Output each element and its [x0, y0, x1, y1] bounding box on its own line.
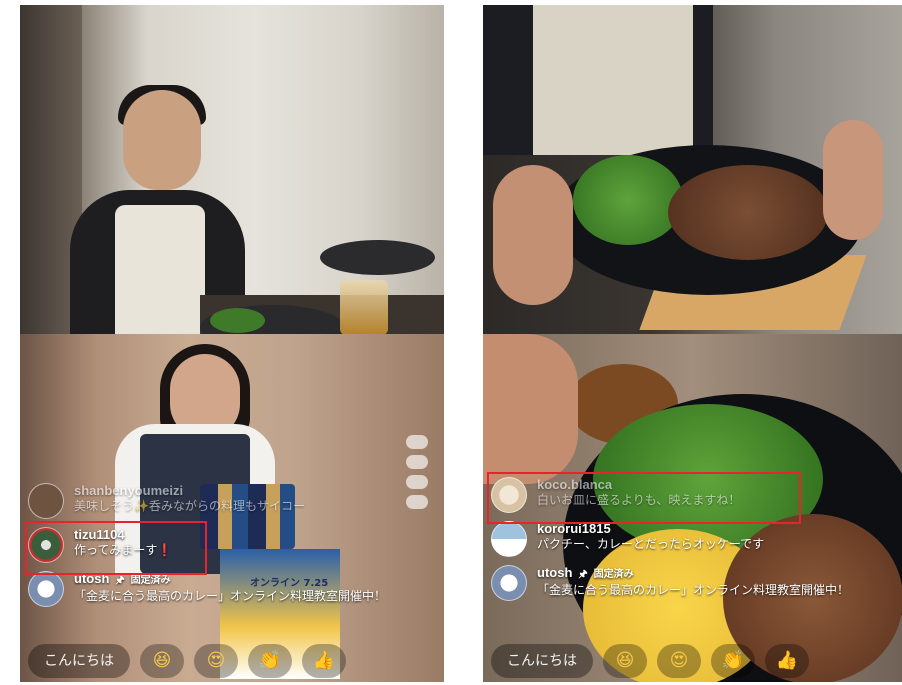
apron [533, 5, 693, 155]
highlight-box [25, 521, 207, 575]
comment-message: パクチー、カレーとだったらオッケーです [537, 537, 765, 551]
avatar[interactable] [28, 571, 64, 607]
beer-glass [340, 280, 388, 334]
comment-item: utosh 🖈 固定済み 「金麦に合う最高のカレー」オンライン料理教室開催中！ [28, 571, 428, 607]
comment-message: 「金麦に合う最高のカレー」オンライン料理教室開催中！ [74, 589, 387, 603]
chat-input[interactable]: こんにちは [491, 644, 593, 678]
hand [493, 165, 573, 305]
chat-bar: こんにちは 😆 😍 👏 👍 [483, 640, 902, 682]
frying-pan [320, 240, 435, 275]
heart-icon [406, 455, 428, 469]
clap-emoji-icon[interactable]: 👏 [248, 644, 292, 678]
avatar[interactable] [491, 565, 527, 601]
comment-message: 美味しそう✨呑みながらの料理もサイコー [74, 499, 305, 513]
clap-emoji-icon[interactable]: 👏 [711, 644, 755, 678]
thumbs-up-emoji-icon[interactable]: 👍 [765, 644, 809, 678]
pinned-label: 固定済み [593, 569, 634, 580]
pin-icon: 🖈 [578, 569, 588, 580]
comment-item: kororui1815 パクチー、カレーとだったらオッケーです [491, 521, 891, 557]
keema-curry [668, 165, 828, 260]
thumbs-up-emoji-icon[interactable]: 👍 [302, 644, 346, 678]
hand [483, 334, 578, 484]
comment-message: 「金麦に合う最高のカレー」オンライン料理教室開催中！ [537, 583, 850, 597]
laugh-emoji-icon[interactable]: 😆 [603, 644, 647, 678]
laugh-emoji-icon[interactable]: 😆 [140, 644, 184, 678]
avatar[interactable] [491, 521, 527, 557]
heart-eyes-emoji-icon[interactable]: 😍 [657, 644, 701, 678]
chat-bar: こんにちは 😆 😍 👏 👍 [20, 640, 444, 682]
avatar[interactable] [28, 483, 64, 519]
host-face [123, 90, 201, 190]
greens [573, 155, 683, 245]
heart-icon [406, 435, 428, 449]
comment-username: utosh 🖈 固定済み [537, 565, 849, 583]
chat-input[interactable]: こんにちは [28, 644, 130, 678]
pinned-label: 固定済み [130, 575, 171, 586]
comment-username-text[interactable]: utosh [537, 565, 572, 580]
pin-icon: 🖈 [115, 575, 125, 586]
host-video-top [20, 5, 444, 334]
hand [823, 120, 883, 240]
left-live-stream: オンライン 7.25 shanbenyoumeizi 美味しそう✨呑みながらの料… [20, 5, 444, 682]
comment-username[interactable]: shanbenyoumeizi [74, 483, 305, 499]
heart-eyes-emoji-icon[interactable]: 😍 [194, 644, 238, 678]
apron [115, 205, 205, 334]
greens [210, 308, 265, 333]
comment-item: shanbenyoumeizi 美味しそう✨呑みながらの料理もサイコー [28, 483, 428, 519]
comment-item: utosh 🖈 固定済み 「金麦に合う最高のカレー」オンライン料理教室開催中！ [491, 565, 891, 601]
right-live-stream: koco.blanca 白いお皿に盛るよりも、映えますね！ kororui181… [483, 5, 902, 682]
highlight-box [487, 472, 801, 524]
host-video-top [483, 5, 902, 334]
